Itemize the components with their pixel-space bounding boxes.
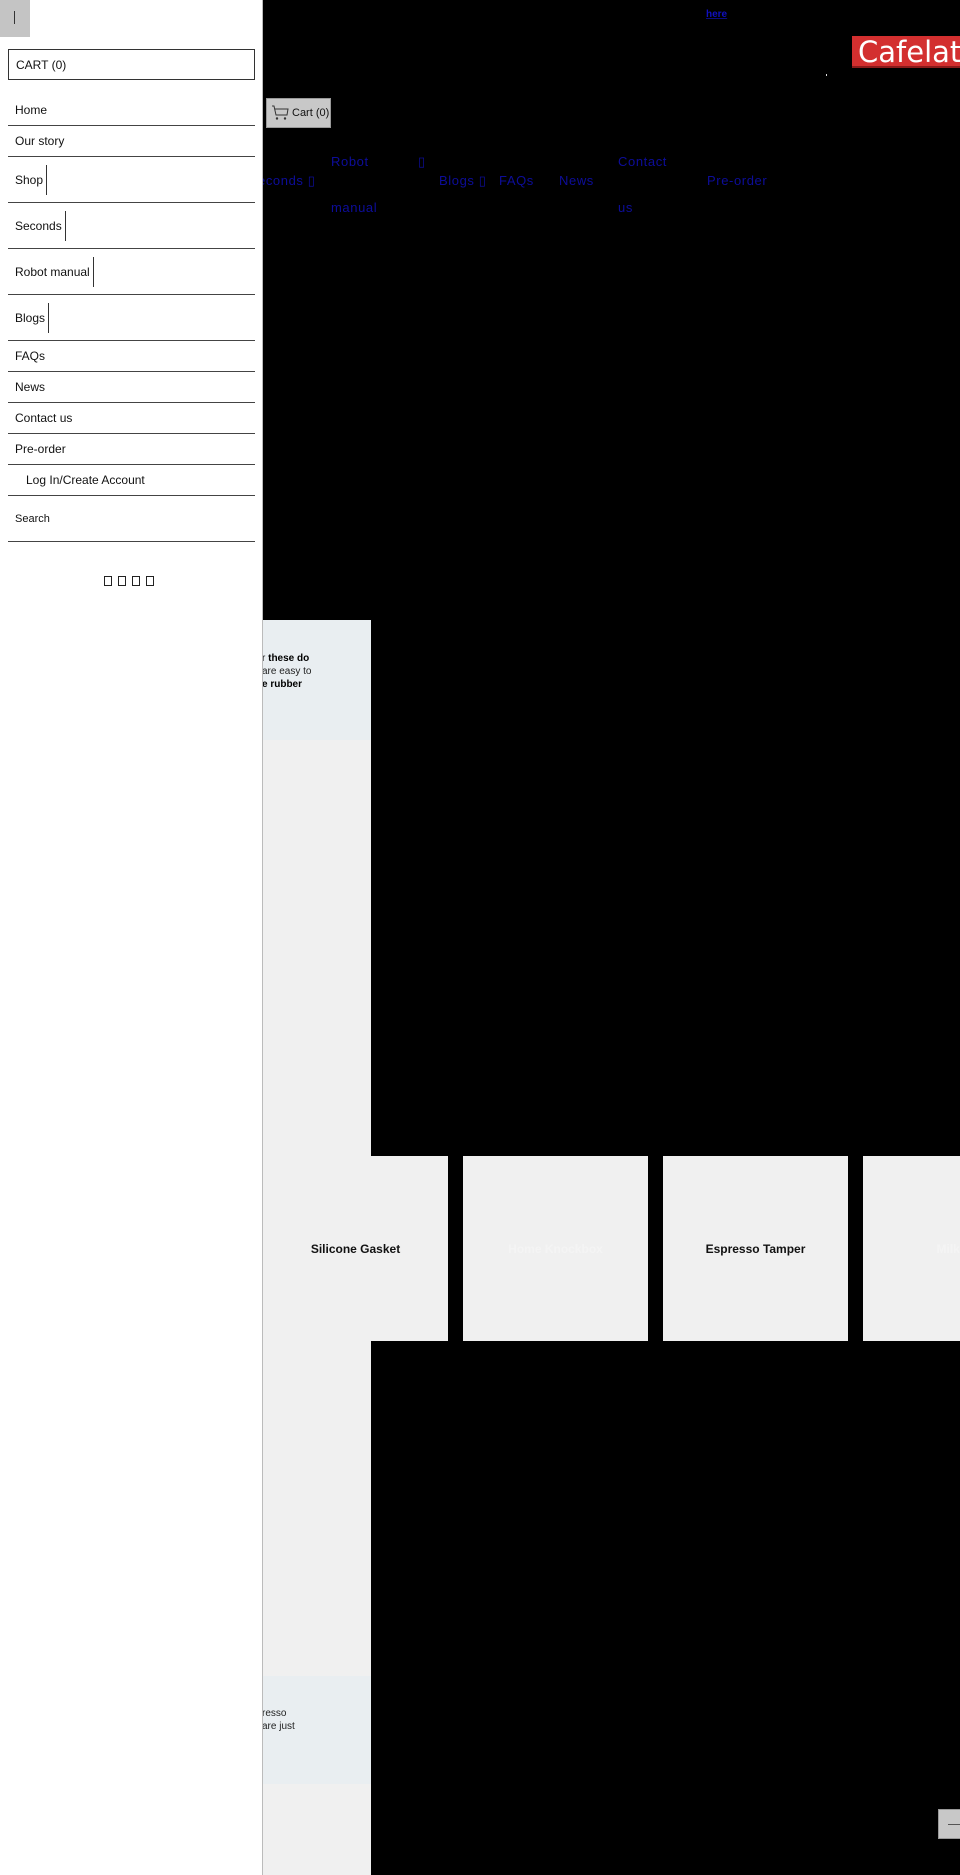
decorative-dot (826, 74, 827, 76)
menu-item-news[interactable]: News (8, 372, 255, 403)
promo-text-top: r these do are easy to e rubber (262, 652, 311, 691)
product-card[interactable]: Espresso Tamper (663, 1156, 848, 1341)
menu-item-label: Our story (15, 134, 65, 148)
promo-text-line: resso (262, 1708, 287, 1719)
header-cart-label: Cart (0) (292, 107, 330, 119)
menu-item-our-story[interactable]: Our story (8, 126, 255, 157)
menu-item-label: FAQs (15, 349, 46, 363)
mobile-menu-drawer: CART (0) Home Our story Shop Seconds Rob… (0, 0, 263, 1875)
promo-text-line: are easy to (262, 666, 312, 677)
menu-item-label: Contact us (15, 411, 73, 425)
nav-link-contact-line2[interactable]: us (618, 200, 633, 215)
menu-item-faqs[interactable]: FAQs (8, 341, 255, 372)
drawer-cart-button[interactable]: CART (0) (8, 49, 255, 80)
social-links (104, 576, 154, 586)
social-icon-4[interactable] (146, 576, 154, 586)
menu-item-label: News (15, 380, 46, 394)
nav-link-news[interactable]: News (559, 173, 594, 188)
shopping-cart-icon (272, 105, 289, 120)
social-icon-3[interactable] (132, 576, 140, 586)
promo-text-bold: e rubber (262, 679, 303, 690)
account-login-label: Log In/Create Account (26, 473, 145, 487)
product-name: Milk Pi (936, 1241, 960, 1256)
submenu-toggle-icon[interactable] (92, 256, 94, 287)
product-card[interactable]: Home Knockbox (463, 1156, 648, 1341)
promo-text-bottom: resso are just (262, 1707, 295, 1733)
menu-item-label: Blogs (15, 310, 46, 325)
menu-item-blogs[interactable]: Blogs (8, 295, 255, 341)
nav-link-seconds[interactable]: econds ▯ (258, 173, 316, 189)
product-name: Home Knockbox (508, 1241, 603, 1256)
product-card[interactable]: Milk Pi (863, 1156, 960, 1341)
menu-item-seconds[interactable]: Seconds (8, 203, 255, 249)
submenu-toggle-icon[interactable] (48, 302, 50, 333)
nav-link-robot-manual-line1[interactable]: Robot (331, 154, 369, 169)
account-login-link[interactable]: Log In/Create Account (8, 465, 255, 496)
menu-item-robot-manual[interactable]: Robot manual (8, 249, 255, 295)
nav-link-blogs[interactable]: Blogs ▯ (439, 173, 487, 189)
promo-text-bold: these do (268, 653, 310, 664)
cafelat-logo[interactable]: Cafelat (852, 36, 960, 68)
product-name: Espresso Tamper (705, 1241, 806, 1256)
dropdown-arrow-icon[interactable]: ▯ (418, 154, 426, 170)
menu-item-contact-us[interactable]: Contact us (8, 403, 255, 434)
menu-item-label: Shop (15, 172, 44, 187)
header-cart-button[interactable]: Cart (0) (266, 98, 331, 128)
search-label: Search (15, 512, 50, 525)
nav-link-robot-manual-line2[interactable]: manual (331, 200, 377, 215)
menu-item-label: Home (15, 103, 48, 117)
submenu-toggle-icon[interactable] (64, 210, 66, 241)
drawer-navigation: Home Our story Shop Seconds Robot manual… (8, 95, 255, 542)
product-name: Silicone Gasket (310, 1241, 401, 1256)
menu-item-label: Seconds (15, 218, 62, 233)
announcement-link[interactable]: here (706, 9, 727, 20)
social-icon-2[interactable] (118, 576, 126, 586)
product-card[interactable]: Silicone Gasket (263, 1156, 448, 1341)
nav-link-pre-order[interactable]: Pre-order (707, 173, 767, 188)
scroll-to-top-button[interactable] (938, 1809, 960, 1839)
nav-link-faqs[interactable]: FAQs (499, 173, 534, 188)
promo-text-line: are just (262, 1721, 295, 1732)
nav-link-contact-line1[interactable]: Contact (618, 154, 667, 169)
menu-item-label: Robot manual (15, 264, 90, 279)
menu-item-pre-order[interactable]: Pre-order (8, 434, 255, 465)
submenu-toggle-icon[interactable] (46, 164, 48, 195)
menu-item-shop[interactable]: Shop (8, 157, 255, 203)
social-icon-1[interactable] (104, 576, 112, 586)
search-input[interactable]: Search (8, 496, 255, 542)
menu-item-label: Pre-order (15, 442, 66, 456)
menu-item-home[interactable]: Home (8, 95, 255, 126)
menu-toggle-icon[interactable] (0, 0, 30, 37)
